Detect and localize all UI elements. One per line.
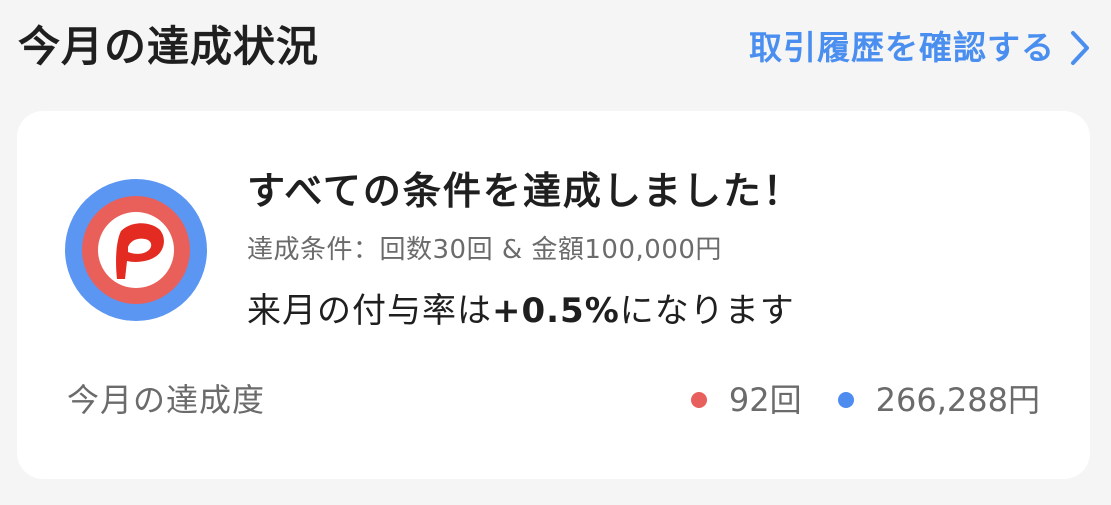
achievement-headline: すべての条件を達成しました！ — [247, 169, 803, 213]
achievement-condition: 達成条件：回数30回 & 金額100,000円 — [247, 235, 722, 265]
rate-prefix: 来月の付与率は — [247, 291, 492, 331]
achievement-card: すべての条件を達成しました！ 達成条件：回数30回 & 金額100,000円 来… — [17, 111, 1090, 479]
progress-label: 今月の達成度 — [67, 381, 266, 419]
progress-stats: 92回 266,288円 — [690, 381, 1040, 419]
section-title: 今月の達成状況 — [18, 22, 320, 71]
next-month-rate: 来月の付与率は+0.5%になります — [247, 291, 795, 332]
amount-stat: 266,288円 — [837, 381, 1040, 419]
chevron-right-icon — [1069, 30, 1091, 66]
count-stat: 92回 — [690, 381, 802, 419]
rate-value: +0.5% — [492, 291, 620, 331]
amount-dot-icon — [837, 392, 854, 409]
paypay-logo-icon — [65, 179, 207, 321]
rate-suffix: になります — [619, 291, 795, 331]
count-value: 92回 — [728, 381, 802, 419]
count-dot-icon — [690, 392, 707, 409]
amount-value: 266,288円 — [875, 381, 1040, 419]
transaction-history-link[interactable]: 取引履歴を確認する — [749, 28, 1091, 68]
transaction-history-link-label: 取引履歴を確認する — [749, 28, 1055, 67]
